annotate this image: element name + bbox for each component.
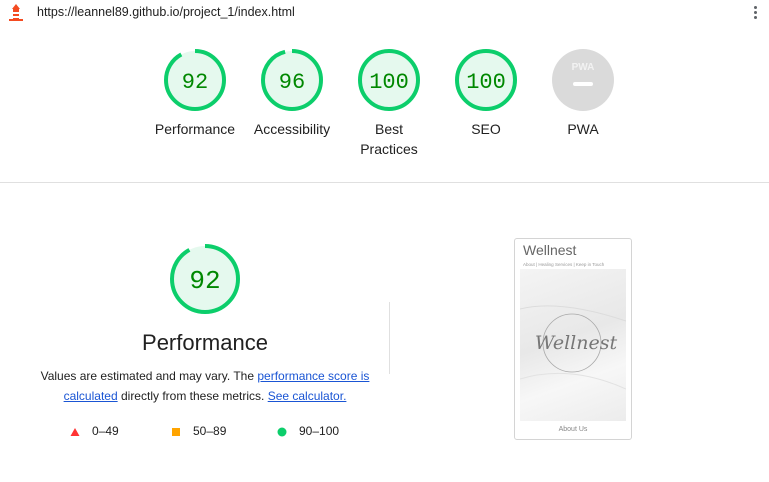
see-calculator-link[interactable]: See calculator. [268, 389, 347, 403]
legend-range: 50–89 [193, 424, 227, 438]
gauge-accessibility[interactable]: 96 Accessibility [242, 47, 342, 139]
more-options-icon[interactable] [750, 4, 760, 22]
score-ring: 92 [164, 49, 226, 111]
legend-pass: 90–100 [277, 424, 339, 438]
triangle-icon [70, 427, 80, 436]
gauge-label: SEO [471, 121, 501, 137]
legend-fail: 0–49 [70, 424, 119, 438]
legend-range: 0–49 [92, 424, 119, 438]
pwa-badge-icon: PWA [552, 49, 614, 111]
address-bar: https://leannel89.github.io/project_1/in… [0, 0, 769, 26]
page-url[interactable]: https://leannel89.github.io/project_1/in… [37, 5, 295, 19]
description-text: Values are estimated and may vary. The [40, 369, 258, 383]
vertical-divider [389, 302, 390, 374]
performance-title: Performance [142, 330, 268, 355]
score-ring: 100 [455, 49, 517, 111]
gauge-label: Best Practices [360, 121, 418, 157]
wellnest-logo: Wellnest [519, 305, 627, 390]
lighthouse-icon [9, 4, 23, 21]
legend-range: 90–100 [299, 424, 340, 438]
category-gauges: 92 Performance 96 Accessibility 100 Best… [0, 40, 769, 180]
site-nav: About | Healing Services | Keep in Touch [523, 262, 605, 267]
site-title: Wellnest [523, 242, 577, 258]
svg-text:Wellnest: Wellnest [535, 332, 618, 354]
gauge-score: 96 [279, 70, 305, 95]
performance-score: 92 [189, 266, 220, 296]
gauge-label: Accessibility [253, 121, 331, 137]
final-screenshot[interactable]: Wellnest About | Healing Services | Keep… [514, 238, 632, 440]
square-icon [172, 427, 180, 436]
pwa-badge-text: PWA [572, 62, 595, 73]
gauge-best-practices[interactable]: 100 Best Practices [339, 47, 439, 159]
score-ring: 96 [261, 49, 323, 111]
gauge-performance[interactable]: 92 Performance [145, 47, 245, 139]
description-text: directly from these metrics. [117, 389, 268, 403]
score-ring: 100 [358, 49, 420, 111]
section-divider [0, 182, 769, 183]
gauge-score: 92 [182, 70, 208, 95]
hero-image: Wellnest [519, 269, 627, 421]
about-us-link[interactable]: About Us [515, 426, 631, 433]
gauge-score: 100 [369, 70, 409, 95]
gauge-label: PWA [567, 121, 599, 137]
performance-description: Values are estimated and may vary. The p… [40, 366, 370, 406]
gauge-score: 100 [466, 70, 506, 95]
performance-gauge: 92 [155, 242, 255, 321]
gauge-seo[interactable]: 100 SEO [436, 47, 536, 139]
score-ring: 92 [170, 244, 240, 314]
gauge-label: Performance [154, 121, 236, 137]
gauge-pwa[interactable]: PWA PWA [533, 47, 633, 139]
circle-icon [277, 427, 287, 437]
legend-average: 50–89 [171, 424, 226, 438]
